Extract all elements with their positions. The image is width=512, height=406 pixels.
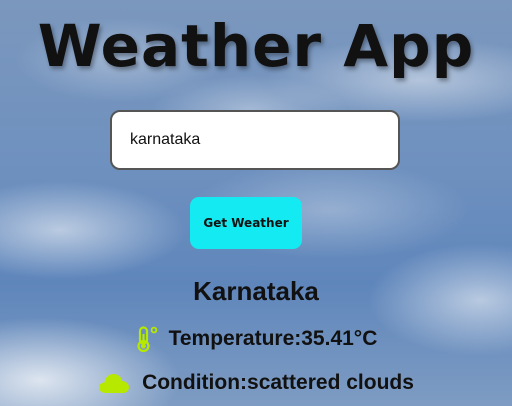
temperature-row: Temperature:35.41°C xyxy=(0,326,512,352)
get-weather-button[interactable]: Get Weather xyxy=(190,197,302,249)
page-title: Weather App xyxy=(37,12,475,80)
thermometer-icon xyxy=(135,326,159,352)
temperature-text: Temperature:35.41°C xyxy=(168,327,378,350)
condition-text: Condition:scattered clouds xyxy=(142,371,414,394)
condition-row: Condition:scattered clouds xyxy=(0,371,512,395)
city-search-input[interactable] xyxy=(110,110,400,170)
city-name: Karnataka xyxy=(193,276,319,306)
cloud-icon xyxy=(98,372,130,394)
